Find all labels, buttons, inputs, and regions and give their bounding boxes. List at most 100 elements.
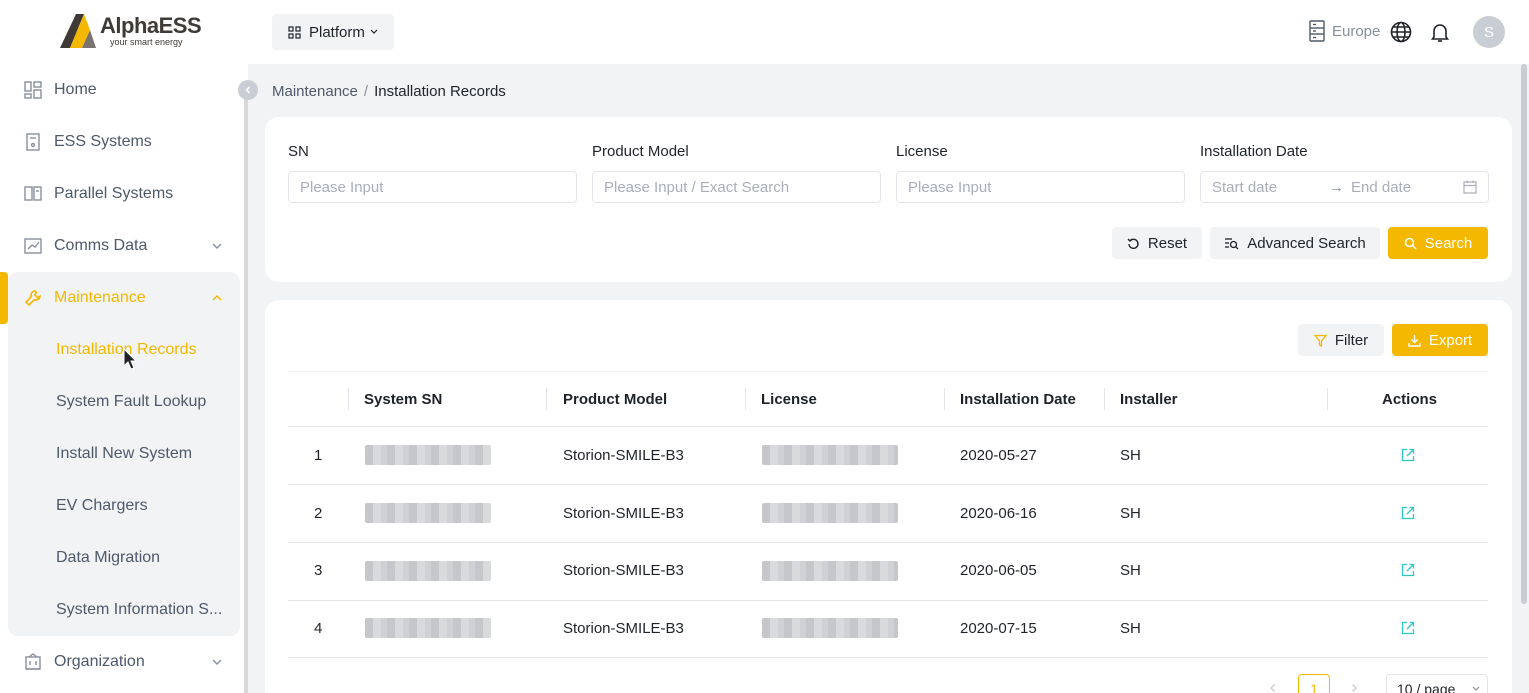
start-date-input[interactable]: Start date <box>1212 179 1277 196</box>
sn-input[interactable]: Please Input <box>288 171 577 203</box>
apps-grid-icon <box>288 25 301 39</box>
column-divider <box>944 388 945 410</box>
search-icon <box>1404 237 1417 250</box>
open-link-icon[interactable] <box>1401 448 1415 462</box>
submenu-ev-chargers[interactable]: EV Chargers <box>56 497 148 515</box>
row-divider <box>288 484 1488 485</box>
submenu-install-new-system[interactable]: Install New System <box>56 445 192 463</box>
collapse-sidebar-button[interactable] <box>238 80 258 100</box>
row-product-model: Storion-SMILE-B3 <box>563 620 684 637</box>
chevron-up-icon <box>212 295 222 301</box>
th-installer[interactable]: Installer <box>1120 391 1178 408</box>
prev-page-icon[interactable] <box>1268 683 1278 693</box>
row-installation-date: 2020-06-05 <box>960 562 1037 579</box>
header-bottom-border <box>288 426 1488 427</box>
column-divider <box>1104 388 1105 410</box>
sidebar: AlphaESS your smart energy Home ESS Syst… <box>0 0 248 693</box>
redacted-system-sn <box>365 503 491 523</box>
license-label: License <box>896 143 948 160</box>
row-installation-date: 2020-07-15 <box>960 620 1037 637</box>
globe-icon[interactable] <box>1389 20 1413 44</box>
logo-mark-icon <box>60 14 96 48</box>
next-page-icon[interactable] <box>1349 683 1359 693</box>
advanced-search-button[interactable]: Advanced Search <box>1210 227 1380 259</box>
filter-label: Filter <box>1334 331 1369 349</box>
reset-label: Reset <box>1147 234 1188 252</box>
breadcrumb-current: Installation Records <box>374 83 506 100</box>
page-button-current[interactable]: 1 <box>1298 674 1330 693</box>
open-link-icon[interactable] <box>1401 563 1415 577</box>
row-index: 2 <box>314 505 323 522</box>
th-license[interactable]: License <box>761 391 817 408</box>
submenu-system-information[interactable]: System Information S... <box>56 601 222 619</box>
parallel-book-icon <box>24 186 42 201</box>
date-range-picker[interactable]: Start date → End date <box>1200 171 1489 203</box>
redacted-license <box>762 445 898 465</box>
reset-button[interactable]: Reset <box>1112 227 1202 259</box>
range-arrow: → <box>1329 178 1344 196</box>
chart-icon <box>24 238 42 254</box>
page-scrollbar[interactable] <box>1519 64 1529 604</box>
row-installer: SH <box>1120 620 1141 637</box>
sidebar-scrollbar[interactable] <box>244 90 248 693</box>
chevron-down-icon <box>370 29 378 34</box>
th-installation-date[interactable]: Installation Date <box>960 391 1076 408</box>
dashboard-grid-icon <box>24 81 42 99</box>
alphaess-logo[interactable]: AlphaESS your smart energy <box>58 12 202 50</box>
redacted-license <box>762 503 898 523</box>
search-button[interactable]: Search <box>1388 227 1488 259</box>
region-selector[interactable]: Europe <box>1308 20 1380 42</box>
row-index: 1 <box>314 447 323 464</box>
th-system-sn[interactable]: System SN <box>364 391 442 408</box>
sidebar-item-ess-systems[interactable]: ESS Systems <box>0 116 240 168</box>
row-index: 4 <box>314 620 323 637</box>
sidebar-item-organization[interactable]: Organization <box>0 636 240 688</box>
redacted-license <box>762 561 898 581</box>
sidebar-item-label: Maintenance <box>54 289 146 306</box>
row-divider <box>288 657 1488 658</box>
sidebar-item-maintenance[interactable]: Maintenance <box>8 272 240 324</box>
product-model-input[interactable]: Please Input / Exact Search <box>592 171 881 203</box>
open-link-icon[interactable] <box>1401 506 1415 520</box>
filter-icon <box>1313 334 1327 347</box>
redacted-system-sn <box>365 445 491 465</box>
mouse-cursor-icon <box>123 348 138 370</box>
sidebar-item-comms-data[interactable]: Comms Data <box>0 220 240 272</box>
search-label: Search <box>1424 234 1473 252</box>
sidebar-item-label: Comms Data <box>54 237 148 254</box>
reset-icon <box>1127 238 1139 249</box>
chevron-left-icon <box>245 86 251 94</box>
advanced-search-icon <box>1225 237 1239 249</box>
platform-dropdown[interactable]: Platform <box>272 14 394 50</box>
row-divider <box>288 600 1488 601</box>
breadcrumb-parent[interactable]: Maintenance <box>272 83 358 100</box>
open-link-icon[interactable] <box>1401 621 1415 635</box>
th-product-model[interactable]: Product Model <box>563 391 667 408</box>
user-avatar[interactable]: S <box>1473 16 1505 48</box>
scrollbar-thumb[interactable] <box>1521 64 1527 604</box>
sidebar-item-label: ESS Systems <box>54 133 152 150</box>
server-icon <box>1309 20 1325 42</box>
row-index: 3 <box>314 562 323 579</box>
column-divider <box>1327 388 1328 410</box>
product-model-label: Product Model <box>592 143 689 160</box>
filter-button[interactable]: Filter <box>1298 324 1384 356</box>
submenu-data-migration[interactable]: Data Migration <box>56 549 160 567</box>
building-icon <box>25 653 41 670</box>
row-installation-date: 2020-05-27 <box>960 447 1037 464</box>
row-installer: SH <box>1120 505 1141 522</box>
bell-icon[interactable] <box>1428 20 1452 44</box>
row-product-model: Storion-SMILE-B3 <box>563 447 684 464</box>
page-size-select[interactable]: 10 / page <box>1386 674 1488 693</box>
chevron-down-icon <box>212 243 222 249</box>
license-input[interactable]: Please Input <box>896 171 1185 203</box>
advanced-search-label: Advanced Search <box>1247 234 1366 252</box>
submenu-system-fault-lookup[interactable]: System Fault Lookup <box>56 393 206 411</box>
breadcrumb: Maintenance / Installation Records <box>272 83 506 100</box>
export-button[interactable]: Export <box>1392 324 1488 356</box>
sidebar-item-home[interactable]: Home <box>0 64 240 116</box>
column-divider <box>745 388 746 410</box>
end-date-input[interactable]: End date <box>1351 179 1411 196</box>
platform-label: Platform <box>309 23 365 41</box>
sidebar-item-parallel-systems[interactable]: Parallel Systems <box>0 168 240 220</box>
